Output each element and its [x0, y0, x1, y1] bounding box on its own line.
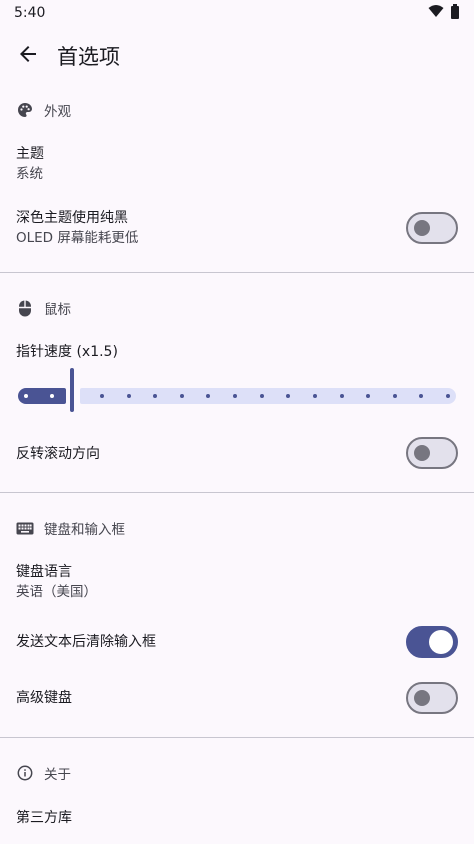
slider-handle[interactable]	[70, 368, 74, 412]
palette-icon	[16, 101, 34, 119]
slider-tick	[366, 394, 371, 398]
advanced-keyboard-setting[interactable]: 高级键盘	[0, 688, 474, 708]
slider-tick	[419, 394, 424, 398]
switch-thumb	[414, 690, 430, 706]
status-icons	[428, 3, 460, 23]
slider-tick	[100, 394, 104, 398]
page-title: 首选项	[57, 45, 120, 69]
slider-inactive-track	[80, 388, 456, 404]
slider-tick	[206, 394, 211, 398]
setting-value: 系统	[16, 166, 43, 182]
slider-tick	[446, 394, 450, 398]
clear-input-setting[interactable]: 发送文本后清除输入框	[0, 632, 474, 652]
slider-tick	[126, 394, 131, 398]
pointer-speed-setting: 指针速度 (x1.5)	[0, 342, 474, 362]
slider-active-track	[18, 388, 66, 404]
section-title: 外观	[44, 104, 71, 120]
section-divider	[0, 492, 474, 493]
reverse-scroll-switch[interactable]	[406, 437, 458, 469]
third-party-libraries-item[interactable]: 第三方库	[0, 808, 474, 828]
section-divider	[0, 272, 474, 273]
section-header-mouse: 鼠标	[0, 293, 474, 323]
slider-tick	[339, 394, 344, 398]
slider-tick	[286, 394, 291, 398]
info-icon	[16, 764, 34, 782]
back-button[interactable]	[13, 41, 43, 71]
slider-tick	[50, 394, 54, 398]
keyboard-icon	[16, 519, 34, 537]
reverse-scroll-setting[interactable]: 反转滚动方向	[0, 444, 474, 464]
pure-black-switch[interactable]	[406, 212, 458, 244]
section-title: 鼠标	[44, 302, 71, 318]
arrow-back-icon	[18, 44, 38, 68]
section-header-about: 关于	[0, 758, 474, 788]
status-bar: 5:40	[0, 0, 474, 26]
pure-black-setting[interactable]: 深色主题使用纯黑 OLED 屏幕能耗更低	[0, 208, 474, 248]
status-time: 5:40	[14, 5, 46, 21]
section-header-appearance: 外观	[0, 95, 474, 125]
pointer-speed-slider[interactable]	[16, 368, 458, 418]
section-title: 关于	[44, 767, 71, 783]
section-divider	[0, 737, 474, 738]
slider-tick	[153, 394, 158, 398]
switch-thumb	[429, 630, 453, 654]
app-bar: 首选项	[0, 26, 474, 86]
section-title: 键盘和输入框	[44, 522, 125, 538]
setting-title: 键盘语言	[16, 564, 72, 580]
keyboard-language-setting[interactable]: 键盘语言 英语（美国）	[0, 562, 474, 602]
mouse-icon	[16, 299, 34, 317]
slider-tick	[24, 394, 28, 398]
setting-title: 指针速度 (x1.5)	[16, 344, 118, 360]
switch-thumb	[414, 445, 430, 461]
battery-icon	[450, 3, 460, 23]
clear-input-switch[interactable]	[406, 626, 458, 658]
slider-tick	[233, 394, 238, 398]
theme-setting[interactable]: 主题 系统	[0, 144, 474, 184]
advanced-keyboard-switch[interactable]	[406, 682, 458, 714]
switch-thumb	[414, 220, 430, 236]
setting-title: 第三方库	[16, 810, 72, 826]
section-header-keyboard: 键盘和输入框	[0, 513, 474, 543]
wifi-icon	[428, 4, 444, 22]
slider-tick	[179, 394, 184, 398]
setting-value: 英语（美国）	[16, 584, 97, 600]
slider-tick	[392, 394, 397, 398]
slider-tick	[312, 394, 317, 398]
slider-tick	[259, 394, 264, 398]
setting-title: 主题	[16, 146, 44, 162]
